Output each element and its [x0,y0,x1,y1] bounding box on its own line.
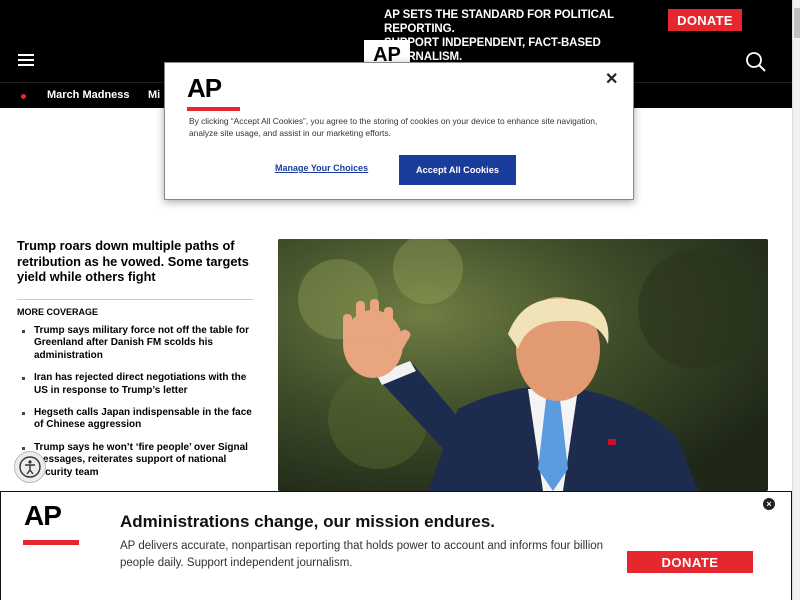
banner-title: Administrations change, our mission endu… [120,512,496,531]
nav-item-march-madness[interactable]: March Madness [47,89,130,101]
scrollbar[interactable] [792,0,800,600]
banner-close-icon[interactable]: × [763,498,775,510]
related-list: Trump says military force not off the ta… [22,325,256,489]
promo-line-1: AP SETS THE STANDARD FOR POLITICAL REPOR… [384,9,614,35]
related-item[interactable]: Trump says military force not off the ta… [22,325,256,362]
cookie-ap-logo: AP [187,73,222,103]
nav-item-partial[interactable]: Mi [148,89,160,101]
banner-text: AP delivers accurate, nonpartisan report… [120,540,604,569]
manage-choices-link[interactable]: Manage Your Choices [275,163,368,173]
related-item[interactable]: Iran has rejected direct negotiations wi… [22,372,256,397]
related-item[interactable]: Hegseth calls Japan indispensable in the… [22,407,256,432]
hamburger-menu-icon[interactable] [18,54,34,66]
donate-button-bottom[interactable]: DONATE [627,551,753,573]
accessibility-icon[interactable] [14,451,46,483]
lead-photo[interactable] [278,239,768,491]
ap-logo[interactable]: AP [364,40,410,62]
live-dot-icon [21,94,26,99]
main-headline[interactable]: Trump roars down multiple paths of retri… [17,238,257,285]
donate-banner: AP Administrations change, our mission e… [0,491,792,600]
close-icon[interactable]: ✕ [605,69,618,89]
promo-line-2: SUPPORT INDEPENDENT, FACT-BASED JOURNALI… [384,37,601,63]
donate-button-top[interactable]: DONATE [668,9,742,31]
banner-ap-logo: AP [24,500,62,531]
related-item[interactable]: Trump says he won’t ‘fire people’ over S… [22,442,256,479]
search-icon[interactable] [745,51,767,73]
cookie-text: By clicking “Accept All Cookies”, you ag… [189,116,598,138]
cookie-logo-underline [187,107,240,111]
more-coverage-label: MORE COVERAGE [17,299,253,317]
promo-text: AP SETS THE STANDARD FOR POLITICAL REPOR… [384,8,664,64]
banner-logo-underline [23,540,79,545]
scrollbar-thumb[interactable] [794,8,800,38]
accept-all-cookies-button[interactable]: Accept All Cookies [399,155,516,185]
cookie-consent-dialog: AP ✕ By clicking “Accept All Cookies”, y… [164,62,634,200]
